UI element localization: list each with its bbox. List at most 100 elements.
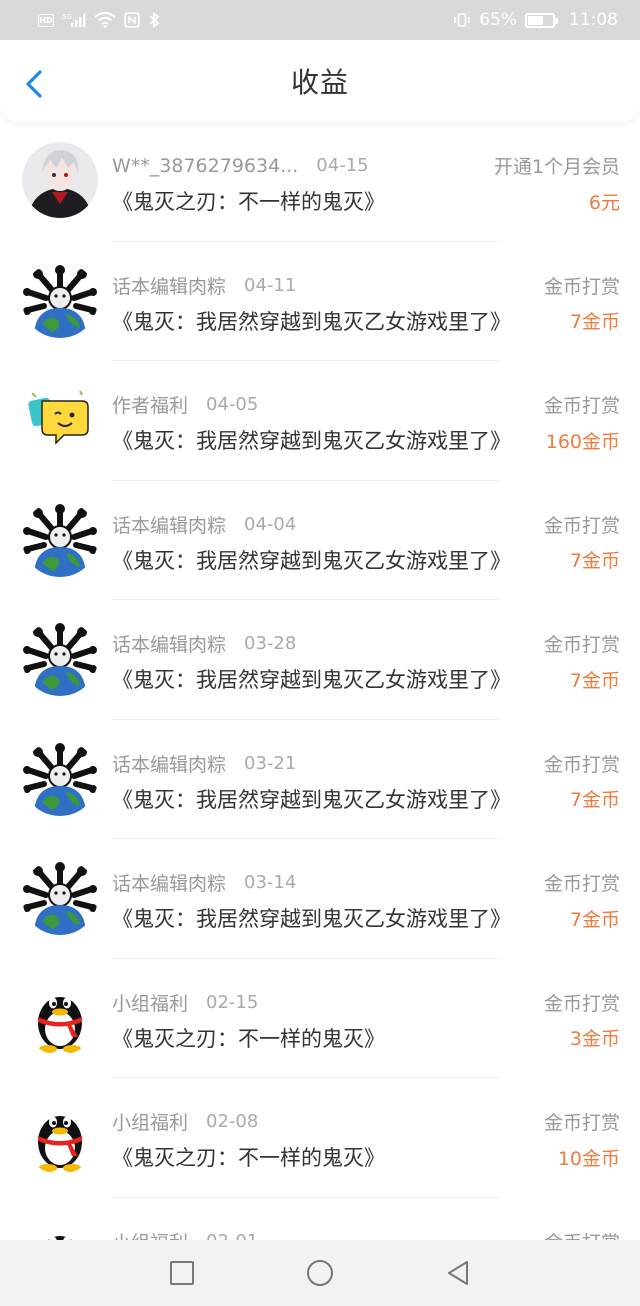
earnings-row[interactable]: 话本编辑肉粽 03-21 金币打赏 《鬼灭：我居然穿越到鬼灭乙女游戏里了》 7金币 bbox=[0, 720, 640, 839]
avatar[interactable] bbox=[22, 1217, 98, 1240]
earning-type: 金币打赏 bbox=[543, 873, 620, 895]
avatar[interactable] bbox=[22, 500, 98, 577]
row-meta: 话本编辑肉粽 03-21 金币打赏 bbox=[112, 750, 620, 777]
row-date: 03-28 bbox=[244, 633, 297, 654]
earnings-row[interactable]: W**_3876279634... 04-15 开通1个月会员 《鬼灭之刃：不一样的鬼… bbox=[0, 122, 640, 242]
battery-level bbox=[528, 15, 543, 25]
row-meta: W**_3876279634... 04-15 开通1个月会员 bbox=[112, 152, 620, 179]
status-right-icons: 65% 11:08 bbox=[453, 10, 618, 30]
row-detail: 《鬼灭：我居然穿越到鬼灭乙女游戏里了》 160金币 bbox=[112, 425, 620, 455]
row-detail: 《鬼灭：我居然穿越到鬼灭乙女游戏里了》 7金币 bbox=[112, 664, 620, 694]
nfc-icon bbox=[124, 12, 140, 28]
avatar[interactable] bbox=[22, 142, 98, 218]
earning-type: 金币打赏 bbox=[543, 634, 620, 656]
earning-type: 金币打赏 bbox=[543, 395, 620, 417]
sender-name: 话本编辑肉粽 bbox=[112, 275, 227, 298]
earnings-list[interactable]: W**_3876279634... 04-15 开通1个月会员 《鬼灭之刃：不一样的鬼… bbox=[0, 122, 640, 1240]
avatar[interactable] bbox=[22, 978, 98, 1055]
chevron-left-icon bbox=[26, 70, 42, 98]
avatar[interactable] bbox=[22, 620, 98, 696]
earning-amount: 7金币 bbox=[569, 550, 620, 572]
earth-monster-avatar bbox=[22, 500, 98, 577]
row-meta: 话本编辑肉粽 04-04 金币打赏 bbox=[112, 511, 620, 538]
row-meta: 话本编辑肉粽 03-28 金币打赏 bbox=[112, 630, 620, 657]
status-left-icons: HD 5G bbox=[38, 12, 160, 28]
row-detail: 《鬼灭：我居然穿越到鬼灭乙女游戏里了》 7金币 bbox=[112, 903, 620, 933]
earnings-row[interactable]: 小组福利 02-08 金币打赏 《鬼灭之刃：不一样的鬼灭》 10金币 bbox=[0, 1078, 640, 1198]
book-title: 《鬼灭：我居然穿越到鬼灭乙女游戏里了》 bbox=[112, 309, 511, 334]
row-detail: 《鬼灭之刃：不一样的鬼灭》 6元 bbox=[112, 186, 620, 216]
earning-amount: 7金币 bbox=[569, 908, 620, 931]
row-date: 04-05 bbox=[206, 394, 259, 415]
book-title: 《鬼灭：我居然穿越到鬼灭乙女游戏里了》 bbox=[112, 548, 511, 573]
back-button[interactable] bbox=[20, 66, 50, 102]
row-date: 03-21 bbox=[244, 752, 297, 774]
earth-monster-avatar bbox=[22, 261, 98, 338]
row-detail: 《鬼灭：我居然穿越到鬼灭乙女游戏里了》 7金币 bbox=[112, 306, 620, 336]
earnings-row[interactable]: 作者福利 04-05 金币打赏《鬼灭：我居然穿越到鬼灭乙女游戏里了》 160金币 bbox=[0, 361, 640, 481]
sender-name: W**_3876279634... bbox=[112, 154, 299, 177]
book-title: 《鬼灭：我居然穿越到鬼灭乙女游戏里了》 bbox=[112, 787, 511, 812]
sender-name: 小组福利 bbox=[112, 1112, 189, 1134]
sender-name: 话本编辑肉粽 bbox=[112, 514, 227, 537]
anime-character-avatar bbox=[22, 142, 98, 218]
earnings-row[interactable]: 话本编辑肉粽 04-04 金币打赏《鬼灭：我居然穿越到鬼灭乙女游戏里了》 7金币 bbox=[0, 481, 640, 600]
row-meta: 话本编辑肉粽 03-14 金币打赏 bbox=[112, 869, 620, 896]
page-title: 收益 bbox=[290, 66, 349, 99]
system-nav-bar bbox=[0, 1240, 640, 1306]
book-title: 《鬼灭之刃：不一样的鬼灭》 bbox=[112, 1026, 385, 1051]
row-detail: 《鬼灭之刃：不一样的鬼灭》 3金币 bbox=[112, 1023, 620, 1053]
avatar[interactable] bbox=[22, 859, 98, 935]
earning-type: 金币打赏 bbox=[543, 275, 620, 298]
book-title: 《鬼灭之刃：不一样的鬼灭》 bbox=[112, 190, 385, 214]
system-back-button[interactable] bbox=[443, 1258, 473, 1288]
home-button[interactable] bbox=[305, 1258, 335, 1288]
book-title: 《鬼灭：我居然穿越到鬼灭乙女游戏里了》 bbox=[112, 907, 511, 931]
row-date: 04-11 bbox=[244, 274, 297, 296]
row-date: 04-04 bbox=[244, 513, 297, 535]
earth-monster-avatar bbox=[22, 859, 98, 935]
row-meta: 小组福利 02-01 金币打赏 bbox=[112, 1228, 620, 1241]
vibrate-icon bbox=[453, 12, 471, 28]
row-date: 02-15 bbox=[206, 991, 259, 1013]
book-title: 《鬼灭：我居然穿越到鬼灭乙女游戏里了》 bbox=[112, 429, 511, 453]
speech-bubble-emoji-avatar bbox=[22, 381, 98, 457]
avatar[interactable] bbox=[22, 381, 98, 457]
earning-amount: 3金币 bbox=[569, 1028, 620, 1050]
avatar[interactable] bbox=[22, 1098, 98, 1174]
bluetooth-icon bbox=[148, 12, 160, 28]
earning-amount: 7金币 bbox=[569, 789, 620, 811]
earning-amount: 6元 bbox=[588, 191, 620, 214]
earnings-row[interactable]: 小组福利 02-01 金币打赏 bbox=[0, 1198, 640, 1241]
earnings-row[interactable]: 话本编辑肉粽 03-14 金币打赏《鬼灭：我居然穿越到鬼灭乙女游戏里了》 7金币 bbox=[0, 839, 640, 959]
row-date: 03-14 bbox=[244, 872, 297, 893]
sender-name: 小组福利 bbox=[112, 992, 189, 1015]
sender-name: 话本编辑肉粽 bbox=[112, 634, 227, 656]
status-bar: HD 5G 65% 11:08 bbox=[0, 0, 640, 40]
earning-type: 金币打赏 bbox=[544, 1228, 620, 1241]
row-meta: 小组福利 02-08 金币打赏 bbox=[112, 1108, 620, 1135]
wifi-icon bbox=[94, 12, 116, 28]
clock: 11:08 bbox=[569, 10, 618, 30]
earth-monster-avatar bbox=[22, 620, 98, 696]
recents-button[interactable] bbox=[167, 1258, 197, 1288]
earnings-row[interactable]: 话本编辑肉粽 04-11 金币打赏《鬼灭：我居然穿越到鬼灭乙女游戏里了》 7金币 bbox=[0, 242, 640, 361]
sender-name: 话本编辑肉粽 bbox=[112, 873, 227, 895]
earnings-row[interactable]: 话本编辑肉粽 03-28 金币打赏《鬼灭：我居然穿越到鬼灭乙女游戏里了》 7金币 bbox=[0, 600, 640, 720]
avatar[interactable] bbox=[22, 261, 98, 338]
avatar[interactable] bbox=[22, 739, 98, 816]
earning-type: 金币打赏 bbox=[543, 514, 620, 537]
earning-type: 开通1个月会员 bbox=[493, 156, 620, 178]
sender-name: 话本编辑肉粽 bbox=[112, 753, 227, 776]
row-detail: 《鬼灭：我居然穿越到鬼灭乙女游戏里了》 7金币 bbox=[112, 545, 620, 575]
svg-text:5G: 5G bbox=[62, 13, 72, 21]
earnings-row[interactable]: 小组福利 02-15 金币打赏《鬼灭之刃：不一样的鬼灭》 3金币 bbox=[0, 959, 640, 1078]
qq-penguin-avatar bbox=[22, 1098, 98, 1174]
earning-amount: 7金币 bbox=[569, 669, 620, 692]
sender-name: 作者福利 bbox=[112, 395, 189, 417]
row-meta: 小组福利 02-15 金币打赏 bbox=[112, 989, 620, 1016]
hd-icon: HD bbox=[38, 13, 54, 27]
earning-type: 金币打赏 bbox=[543, 992, 620, 1015]
qq-penguin-avatar bbox=[22, 1217, 98, 1240]
book-title: 《鬼灭之刃：不一样的鬼灭》 bbox=[112, 1146, 385, 1170]
